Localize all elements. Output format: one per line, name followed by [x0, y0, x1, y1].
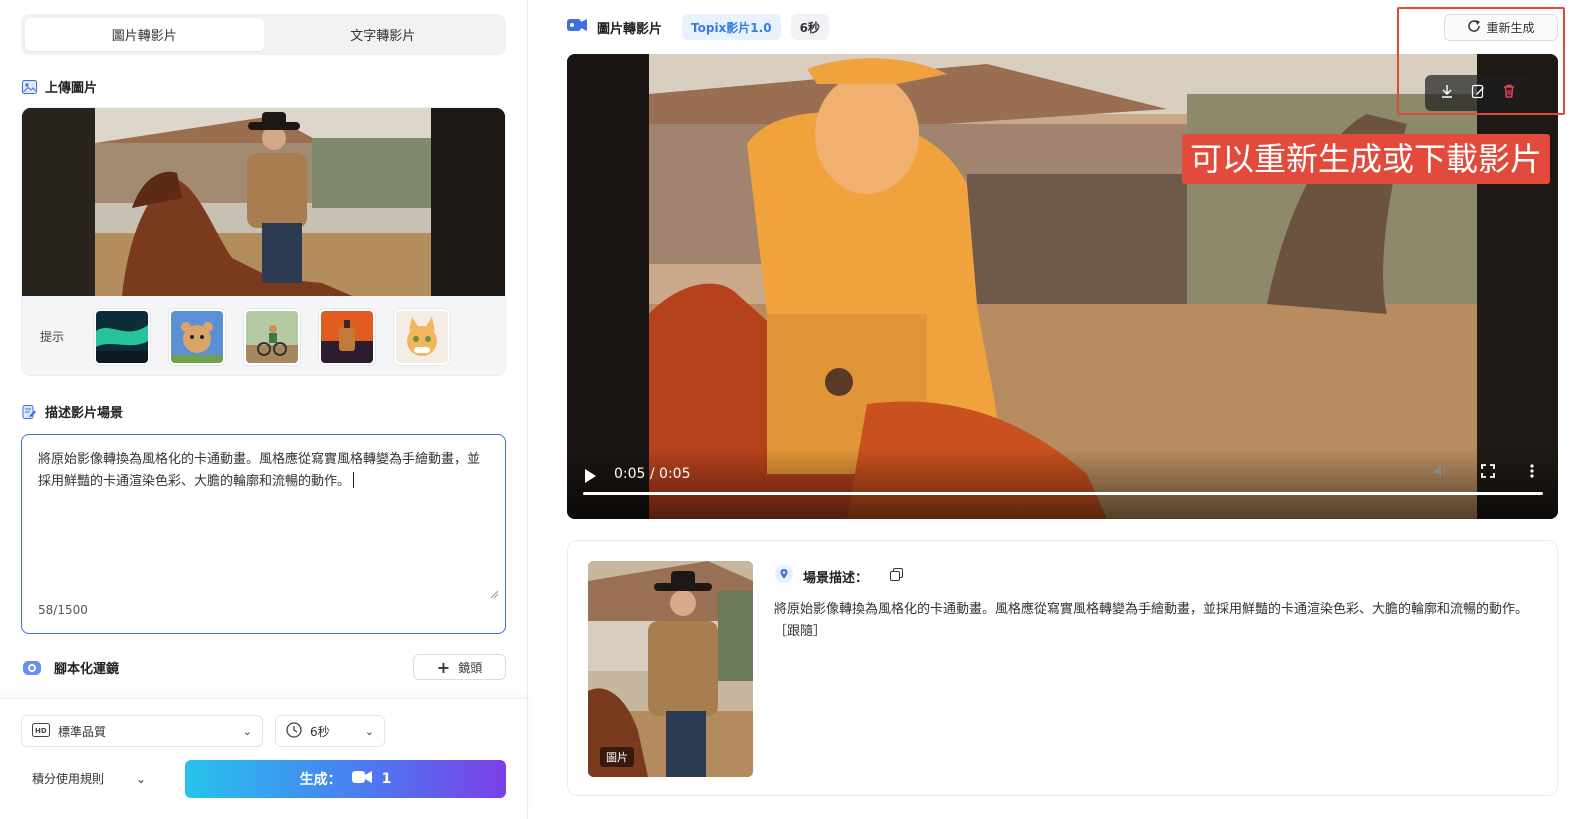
chevron-down-icon: ⌄: [364, 724, 374, 738]
hint-thumb-aurora[interactable]: [94, 308, 150, 365]
svg-text:HD: HD: [35, 727, 47, 735]
add-lens-button[interactable]: + 鏡頭: [413, 654, 506, 680]
hint-thumb-teddy[interactable]: [169, 308, 225, 365]
fullscreen-icon[interactable]: [1480, 463, 1496, 483]
scene-label: 場景描述：: [803, 570, 869, 586]
upload-section-title: 上傳圖片: [22, 77, 97, 96]
generate-label: 生成：: [299, 772, 342, 788]
lens-button-label: 鏡頭: [458, 660, 483, 675]
chevron-down-icon: ⌄: [242, 724, 252, 738]
video-player[interactable]: 可以重新生成或下載影片 0:05 / 0:05: [567, 54, 1558, 519]
volume-icon[interactable]: [1432, 463, 1448, 483]
result-header: 圖片轉影片 Topix影片1.0 6秒: [567, 14, 829, 40]
video-progress-bar[interactable]: [583, 492, 1543, 495]
quality-select[interactable]: HD 標準品質 ⌄: [21, 715, 263, 747]
copy-icon[interactable]: [890, 567, 904, 585]
annotation-callout: 可以重新生成或下載影片: [1182, 134, 1551, 184]
duration-badge: 6秒: [790, 14, 829, 40]
edit-doc-icon: [22, 404, 37, 419]
source-image-preview: 圖片: [588, 561, 753, 777]
credit-rules-label: 積分使用規則: [32, 772, 105, 786]
image-tag: 圖片: [600, 747, 634, 767]
video-icon: [567, 18, 587, 36]
location-pin-icon: [775, 565, 793, 587]
describe-section-title: 描述影片場景: [22, 402, 123, 421]
model-badge: Topix影片1.0: [682, 14, 781, 40]
hint-thumb-kitten[interactable]: [394, 308, 450, 365]
hint-thumb-cyclist[interactable]: [244, 308, 300, 365]
camera-icon: [22, 660, 42, 676]
app-root: 圖片轉影片 文字轉影片 上傳圖片 提示 描述影片場景 將原始影像轉換為風格化的卡…: [0, 0, 1585, 819]
uploaded-photo: [22, 108, 505, 296]
text-caret: [353, 472, 355, 488]
chevron-down-icon: ⌄: [136, 771, 147, 786]
video-controls: 0:05 / 0:05: [567, 449, 1558, 519]
plus-icon: +: [436, 657, 451, 677]
scene-prompt-textarea[interactable]: 將原始影像轉換為風格化的卡通動畫。風格應從寫實風格轉變為手繪動畫，並採用鮮豔的卡…: [21, 434, 506, 634]
scene-description-text: 將原始影像轉換為風格化的卡通動畫。風格應從寫實風格轉變為手繪動畫，並採用鮮豔的卡…: [774, 602, 1529, 639]
describe-title-text: 描述影片場景: [45, 406, 124, 421]
video-camera-icon: [351, 770, 372, 788]
tab-text-to-video[interactable]: 文字轉影片: [264, 18, 503, 51]
result-title: 圖片轉影片: [597, 21, 663, 37]
mode-tabs: 圖片轉影片 文字轉影片: [21, 14, 506, 55]
play-icon[interactable]: [585, 469, 596, 483]
upload-dropzone[interactable]: 提示: [21, 107, 506, 376]
hd-icon: HD: [32, 722, 50, 740]
tab-image-to-video[interactable]: 圖片轉影片: [25, 18, 264, 51]
duration-select[interactable]: 6秒 ⌄: [275, 715, 385, 747]
storyboard-title-text: 腳本化運鏡: [54, 662, 120, 677]
generate-cost: 1: [381, 771, 392, 787]
credit-rules-dropdown[interactable]: 積分使用規則 ⌄: [32, 770, 146, 787]
storyboard-section-title: 腳本化運鏡: [22, 658, 119, 677]
scene-description-card: 圖片 場景描述： 將原始影像轉換為風格化的卡通動畫。風格應從寫實風格轉變為手繪動…: [567, 540, 1558, 796]
upload-title-text: 上傳圖片: [45, 81, 98, 96]
hint-label: 提示: [40, 330, 65, 344]
duration-select-value: 6秒: [310, 724, 330, 739]
panel-divider: [527, 0, 528, 819]
more-options-icon[interactable]: [1529, 463, 1535, 483]
hint-row: 提示: [22, 296, 505, 375]
clock-icon: [286, 721, 302, 741]
char-counter: 58/1500: [38, 603, 88, 617]
image-icon: [22, 79, 37, 94]
left-panel: 圖片轉影片 文字轉影片 上傳圖片 提示 描述影片場景 將原始影像轉換為風格化的卡…: [0, 0, 527, 819]
annotation-highlight-frame: [1397, 7, 1565, 115]
scene-description-header: 場景描述：: [775, 565, 904, 587]
prompt-text: 將原始影像轉換為風格化的卡通動畫。風格應從寫實風格轉變為手繪動畫，並採用鮮豔的卡…: [38, 452, 481, 489]
generate-button[interactable]: 生成： 1: [185, 760, 506, 798]
resize-handle-icon[interactable]: [489, 589, 499, 599]
video-time: 0:05 / 0:05: [614, 466, 691, 482]
hint-thumb-perfume[interactable]: [319, 308, 375, 365]
bottom-settings-bar: HD 標準品質 ⌄ 6秒 ⌄ 積分使用規則 ⌄ 生成： 1: [0, 698, 527, 819]
quality-select-value: 標準品質: [58, 724, 107, 739]
